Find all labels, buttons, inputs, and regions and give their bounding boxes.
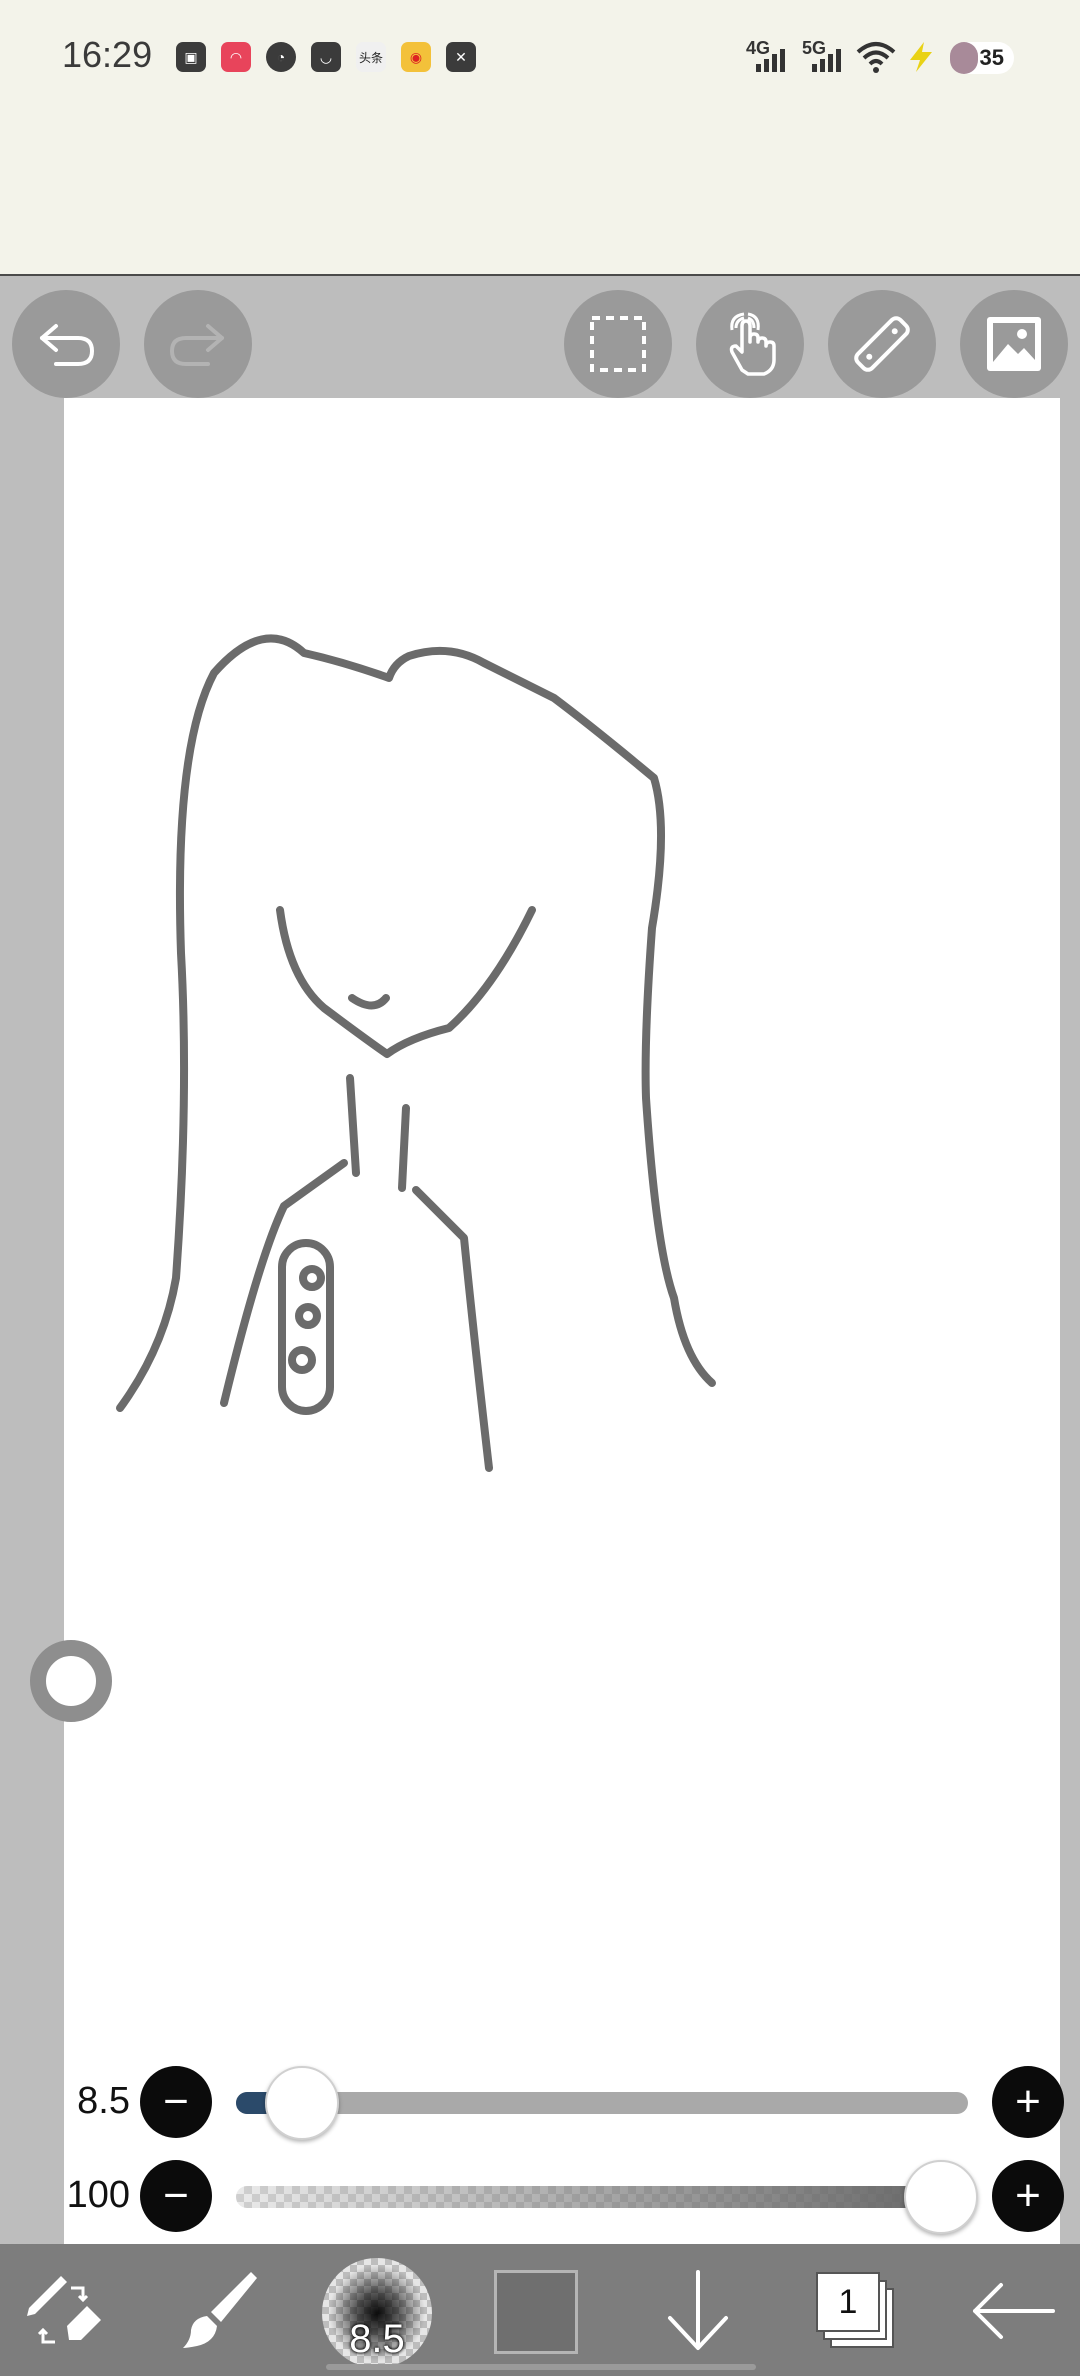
- charging-icon: [910, 42, 932, 72]
- brush-size-decrease-button[interactable]: −: [140, 2066, 212, 2138]
- layer-count: 1: [816, 2272, 880, 2332]
- hand-tool-button[interactable]: [696, 290, 804, 398]
- brush-size-value: 8.5: [77, 2080, 130, 2122]
- arrow-down-icon: [668, 2270, 728, 2350]
- brush-size-track[interactable]: [236, 2092, 968, 2114]
- brush-size-thumb[interactable]: [264, 2066, 339, 2140]
- wifi-icon: [856, 42, 896, 73]
- shopping-bag-icon: ◡: [311, 42, 341, 72]
- status-time: 16:29: [62, 34, 153, 75]
- signal-4g-icon: [756, 44, 785, 72]
- redo-button[interactable]: [144, 290, 252, 398]
- undo-icon: [40, 324, 95, 366]
- meituan-icon: ◠: [221, 42, 251, 72]
- opacity-increase-button[interactable]: +: [992, 2160, 1064, 2232]
- layers-button[interactable]: 1: [816, 2272, 896, 2356]
- plus-icon: +: [1015, 2077, 1041, 2126]
- opacity-decrease-button[interactable]: −: [140, 2160, 212, 2232]
- brush-tool-button[interactable]: [172, 2266, 268, 2356]
- back-button[interactable]: [966, 2266, 1062, 2356]
- redo-icon: [169, 324, 224, 366]
- capcut-icon: ✕: [446, 42, 476, 72]
- compass-icon: ◔: [266, 42, 296, 72]
- toutiao-icon: 头条: [356, 42, 386, 72]
- status-bar: 16:29 ▣ ◠ ◔ ◡ 头条 ◉ ✕ 4G 5G 35: [0, 0, 1080, 276]
- selection-icon: [590, 316, 646, 372]
- brush-size-slider[interactable]: 8.5 − +: [0, 2062, 1080, 2142]
- pen-eraser-toggle-button[interactable]: [18, 2266, 114, 2356]
- undo-button[interactable]: [12, 290, 120, 398]
- opacity-thumb[interactable]: [904, 2160, 978, 2234]
- drawing-canvas[interactable]: [64, 398, 1060, 2244]
- home-indicator[interactable]: [326, 2364, 756, 2370]
- minus-icon: −: [163, 2077, 189, 2126]
- brush-size-increase-button[interactable]: +: [992, 2066, 1064, 2138]
- brush-icon: [183, 2272, 257, 2348]
- opacity-value: 100: [66, 2174, 130, 2216]
- color-picker-button[interactable]: [494, 2270, 578, 2354]
- opacity-gradient: [236, 2186, 968, 2208]
- pen-eraser-swap-icon: [27, 2276, 101, 2344]
- bilibili-icon: ▣: [176, 42, 206, 72]
- signal-5g-icon: [812, 44, 841, 72]
- minus-icon: −: [163, 2171, 189, 2220]
- selection-button[interactable]: [564, 290, 672, 398]
- brush-cursor-handle[interactable]: [30, 1640, 112, 1722]
- ruler-icon: [854, 316, 910, 372]
- opacity-track[interactable]: [236, 2186, 968, 2208]
- weibo-icon: ◉: [401, 42, 431, 72]
- brush-preview-size: 8.5: [349, 2317, 405, 2361]
- opacity-slider[interactable]: 100 − +: [0, 2156, 1080, 2236]
- hand-tool-icon: [729, 312, 776, 376]
- image-import-icon: [987, 317, 1041, 371]
- battery-fill: [950, 42, 978, 74]
- battery-level: 35: [979, 45, 1004, 70]
- brush-preview-button[interactable]: 8.5: [322, 2258, 432, 2368]
- battery-indicator: 35: [950, 42, 1014, 74]
- arrow-left-icon: [973, 2283, 1055, 2339]
- plus-icon: +: [1015, 2171, 1041, 2220]
- sketch-drawing: [116, 634, 716, 1472]
- bottom-toolbar: 8.5 1: [0, 2244, 1080, 2376]
- image-import-button[interactable]: [960, 290, 1068, 398]
- move-down-button[interactable]: [650, 2266, 746, 2356]
- ruler-button[interactable]: [828, 290, 936, 398]
